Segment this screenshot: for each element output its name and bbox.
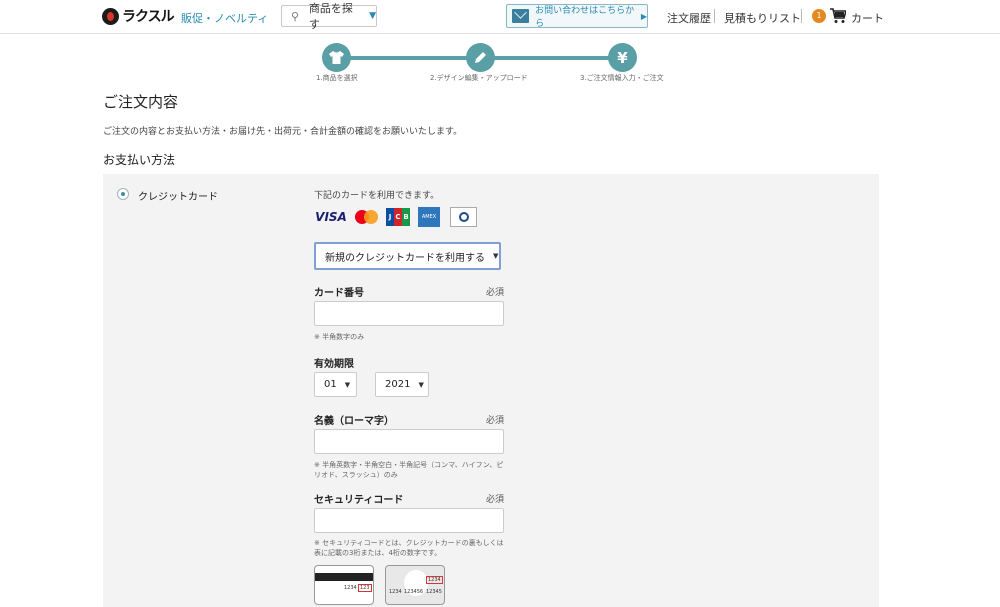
payment-section-title: お支払い方法 (103, 153, 176, 167)
holder-name-hint: ※ 半角英数字・半角空白・半角記号（コンマ、ハイフン、ピリオド、スラッシュ）のみ (314, 461, 504, 479)
security-code-input[interactable] (314, 508, 504, 533)
holder-name-input[interactable] (314, 429, 504, 454)
credit-card-radio[interactable] (117, 188, 129, 200)
security-code-label: セキュリティコード (314, 495, 404, 506)
required-badge: 必須 (486, 495, 505, 505)
caret-down-icon: ▼ (493, 252, 499, 260)
card-back-illustration: 1234 123 (314, 565, 374, 605)
card-front-number-2: 123456 (404, 589, 424, 595)
security-code-hint: ※ セキュリティコードとは、クレジットカードの裏もしくは表に記載の3桁または、4… (314, 539, 504, 557)
step-label-2: 2.デザイン編集・アップロード (430, 74, 528, 82)
required-badge: 必須 (486, 416, 505, 426)
card-front-number-1: 1234 (389, 589, 402, 595)
card-back-code: 123 (358, 584, 372, 592)
page-description: ご注文の内容とお支払い方法・お届け先・出荷元・合計金額の確認をお願いいたします。 (103, 127, 463, 137)
expiry-month-select[interactable]: 01 ▼ (314, 372, 357, 397)
card-number-input[interactable] (314, 301, 504, 326)
cards-note: 下記のカードを利用できます。 (314, 191, 440, 201)
magnetic-stripe (315, 573, 373, 581)
card-back-number: 1234 (344, 585, 357, 591)
card-number-label: カード番号 (314, 288, 364, 299)
visa-logo: VISA (315, 210, 347, 224)
step-label-1: 1.商品を選択 (316, 74, 358, 82)
step-connector (480, 56, 623, 60)
card-front-number-3: 12345 (426, 589, 442, 595)
diners-logo (450, 207, 477, 227)
credit-card-label[interactable]: クレジットカード (138, 188, 218, 203)
expiry-label: 有効期限 (314, 359, 354, 370)
caret-down-icon: ▼ (418, 380, 424, 389)
caret-down-icon: ▼ (344, 380, 351, 389)
required-badge: 必須 (486, 288, 505, 298)
amex-logo: AMEX (418, 207, 440, 227)
card-select[interactable]: 新規のクレジットカードを利用する ▼ (314, 242, 501, 270)
step-label-3: 3.ご注文情報入力・ご注文 (580, 74, 664, 82)
jcb-logo: JCB (386, 207, 410, 227)
mastercard-logo (354, 207, 380, 227)
expiry-year-select[interactable]: 2021 ▼ (375, 372, 429, 397)
expiry-month-value: 01 (324, 379, 337, 390)
card-select-value: 新規のクレジットカードを利用する (325, 252, 485, 264)
card-front-illustration: 1234 1234 123456 12345 (385, 565, 445, 605)
expiry-year-value: 2021 (385, 379, 411, 390)
step-connector (336, 56, 480, 60)
card-number-hint: ※ 半角数字のみ (314, 333, 365, 341)
pencil-icon (466, 43, 495, 72)
page-title: ご注文内容 (103, 93, 179, 111)
card-front-code: 1234 (426, 576, 443, 584)
tshirt-icon (322, 43, 351, 72)
yen-icon: ¥ (608, 43, 637, 72)
holder-name-label: 名義（ローマ字） (314, 416, 394, 427)
order-stepper: ¥ 1.商品を選択 2.デザイン編集・アップロード 3.ご注文情報入力・ご注文 (0, 0, 1000, 90)
